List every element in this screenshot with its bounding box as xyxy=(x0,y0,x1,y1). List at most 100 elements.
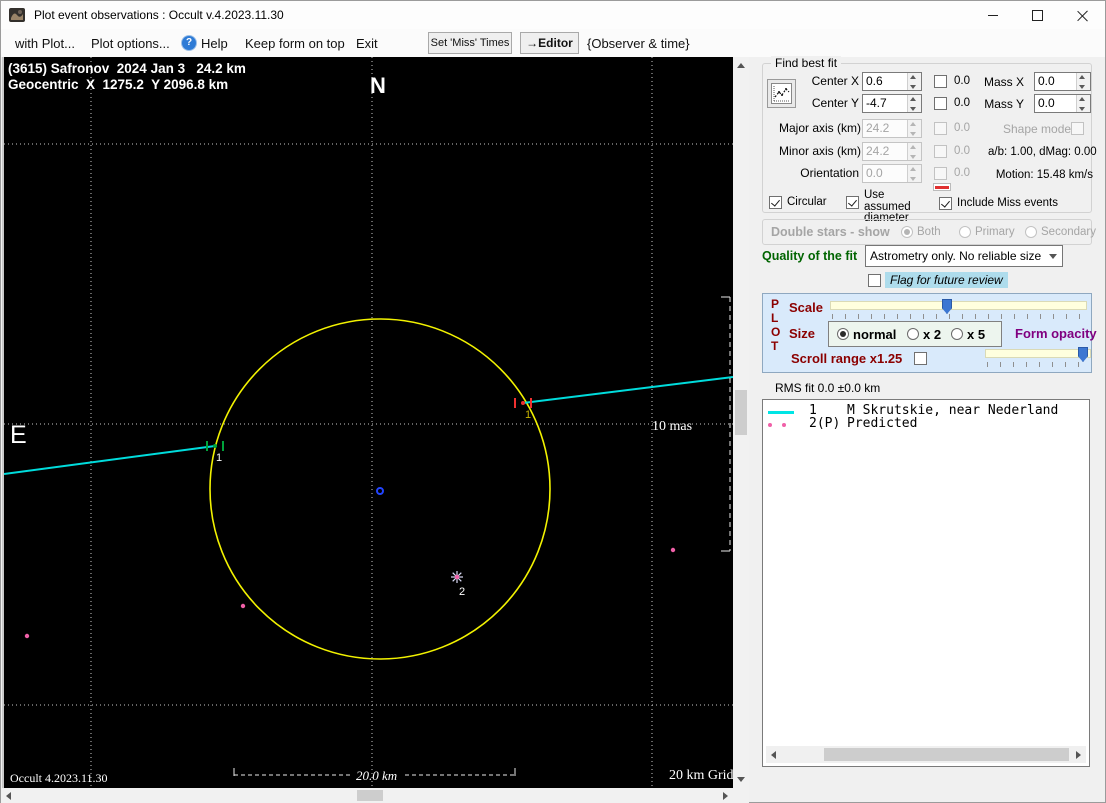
minimize-button[interactable] xyxy=(970,1,1015,29)
plot-horizontal-scrollbar[interactable] xyxy=(1,788,733,803)
predicted-path-dot xyxy=(24,633,30,639)
km-scale-label: 20.0 km xyxy=(356,768,397,783)
quality-fit-combobox[interactable]: Astrometry only. No reliable size xyxy=(865,245,1063,267)
orientation-input: 0.0 xyxy=(862,164,922,183)
editor-button[interactable]: →Editor xyxy=(520,32,579,54)
spinner-up-button[interactable] xyxy=(1077,95,1090,104)
legend-scroll-thumb[interactable] xyxy=(824,748,1069,761)
horizontal-scroll-thumb[interactable] xyxy=(357,790,383,801)
include-miss-events-label: Include Miss events xyxy=(957,197,1058,209)
double-primary-radio xyxy=(959,226,971,238)
ab-dmag-text: a/b: 1.00, dMag: 0.00 xyxy=(988,146,1097,158)
flag-review-checkbox[interactable] xyxy=(868,274,881,287)
fix-center-x-checkbox[interactable] xyxy=(934,75,947,88)
menu-plot-options[interactable]: Plot options... xyxy=(91,36,170,51)
mass-y-input[interactable]: 0.0 xyxy=(1034,94,1091,113)
form-opacity-slider[interactable] xyxy=(985,347,1091,369)
mass-y-label: Mass Y xyxy=(984,97,1024,111)
mass-x-input[interactable]: 0.0 xyxy=(1034,72,1091,91)
spinner-down-button[interactable] xyxy=(1077,103,1090,112)
form-opacity-label: Form opacity xyxy=(1015,326,1097,341)
fix-minor-axis-checkbox xyxy=(934,145,947,158)
size-x2-label: x 2 xyxy=(923,327,942,342)
orientation-label: Orientation xyxy=(800,166,859,180)
fix-center-y-value: 0.0 xyxy=(954,97,970,109)
fix-orientation-value: 0.0 xyxy=(954,167,970,179)
predicted-path-dot xyxy=(240,603,246,609)
scroll-left-icon[interactable] xyxy=(771,751,776,759)
scale-slider-thumb[interactable] xyxy=(942,299,952,314)
titlebar: Plot event observations : Occult v.4.202… xyxy=(1,1,1105,29)
spinner-down-button[interactable] xyxy=(908,81,921,90)
fix-center-x-value: 0.0 xyxy=(954,75,970,87)
scroll-right-icon[interactable] xyxy=(723,792,728,800)
fix-minor-axis-value: 0.0 xyxy=(954,145,970,157)
predicted-legend-dot xyxy=(782,423,786,427)
scroll-left-icon[interactable] xyxy=(6,792,11,800)
spinner-up-button[interactable] xyxy=(908,95,921,104)
center-y-input[interactable]: -4.7 xyxy=(862,94,922,113)
find-best-fit-group: Find best fit Center X 0.6 0.0 Mass X 0.… xyxy=(762,56,1097,224)
menubar: with Plot... Plot options... ? Help Keep… xyxy=(1,29,1105,57)
fix-orientation-checkbox xyxy=(934,167,947,180)
set-miss-times-button[interactable]: Set 'Miss' Times xyxy=(428,32,512,54)
scroll-up-icon[interactable] xyxy=(737,63,745,68)
maximize-button[interactable] xyxy=(1015,1,1060,29)
rms-fit-text: RMS fit 0.0 ±0.0 km xyxy=(775,381,881,395)
spinner-up-button[interactable] xyxy=(1077,73,1090,82)
chord-end-dot xyxy=(521,401,525,405)
east-label: E xyxy=(10,421,27,449)
combo-dropdown-icon[interactable] xyxy=(1049,254,1057,259)
menu-help[interactable]: Help xyxy=(201,36,228,51)
circular-checkbox[interactable] xyxy=(769,196,782,209)
size-radio-group: normal x 2 x 5 xyxy=(828,321,1002,347)
menu-exit[interactable]: Exit xyxy=(356,36,378,51)
quality-fit-value: Astrometry only. No reliable size xyxy=(870,249,1042,263)
mass-x-label: Mass X xyxy=(984,75,1025,89)
predicted-path-dot xyxy=(670,547,676,553)
chord1-legend-swatch xyxy=(768,411,794,414)
scroll-range-label: Scroll range x1.25 xyxy=(791,351,903,366)
size-x2-radio[interactable] xyxy=(907,328,919,340)
plot-letter-t: T xyxy=(771,339,779,353)
scroll-range-checkbox[interactable] xyxy=(914,352,927,365)
plot-area[interactable]: (3615) Safronov 2024 Jan 3 24.2 km Geoce… xyxy=(2,57,735,788)
use-assumed-diameter-checkbox[interactable] xyxy=(846,196,859,209)
plot-vertical-scrollbar[interactable] xyxy=(733,57,749,788)
vertical-scroll-thumb[interactable] xyxy=(735,390,747,435)
scale-slider[interactable] xyxy=(830,299,1087,321)
size-normal-label: normal xyxy=(853,327,897,342)
form-opacity-slider-thumb[interactable] xyxy=(1078,347,1088,362)
fix-center-y-checkbox[interactable] xyxy=(934,97,947,110)
menu-with-plot[interactable]: with Plot... xyxy=(15,36,75,51)
predicted-point-label: 2 xyxy=(459,586,465,598)
observations-legend-list[interactable]: 1 M Skrutskie, near Nederland 2(P) Predi… xyxy=(762,399,1090,767)
menu-keep-on-top[interactable]: Keep form on top xyxy=(245,36,345,51)
chord-end-dot xyxy=(213,444,217,448)
spinner-down-button[interactable] xyxy=(1077,81,1090,90)
spinner-up-button[interactable] xyxy=(908,73,921,82)
spinner-down-button[interactable] xyxy=(908,103,921,112)
double-both-label: Both xyxy=(917,226,941,238)
size-x5-radio[interactable] xyxy=(951,328,963,340)
close-icon xyxy=(1077,10,1088,21)
legend-horizontal-scrollbar[interactable] xyxy=(766,746,1086,763)
observation-chord xyxy=(522,376,734,404)
double-secondary-radio xyxy=(1025,226,1037,238)
include-miss-events-checkbox[interactable] xyxy=(939,197,952,210)
motion-text: Motion: 15.48 km/s xyxy=(995,169,1093,181)
scroll-down-icon[interactable] xyxy=(737,777,745,782)
double-both-radio xyxy=(901,226,913,238)
center-x-input[interactable]: 0.6 xyxy=(862,72,922,91)
close-button[interactable] xyxy=(1060,1,1105,29)
predicted-legend-dot xyxy=(768,423,772,427)
quality-fit-label: Quality of the fit xyxy=(762,249,858,263)
help-icon: ? xyxy=(182,36,196,50)
size-normal-radio[interactable] xyxy=(837,328,849,340)
plot-canvas[interactable]: (3615) Safronov 2024 Jan 3 24.2 km Geoce… xyxy=(4,57,735,788)
double-stars-label: Double stars - show xyxy=(771,225,890,239)
flag-review-label: Flag for future review xyxy=(885,272,1008,288)
shape-model-checkbox xyxy=(1071,122,1084,135)
find-best-fit-label: Find best fit xyxy=(771,56,842,70)
scroll-right-icon[interactable] xyxy=(1076,751,1081,759)
